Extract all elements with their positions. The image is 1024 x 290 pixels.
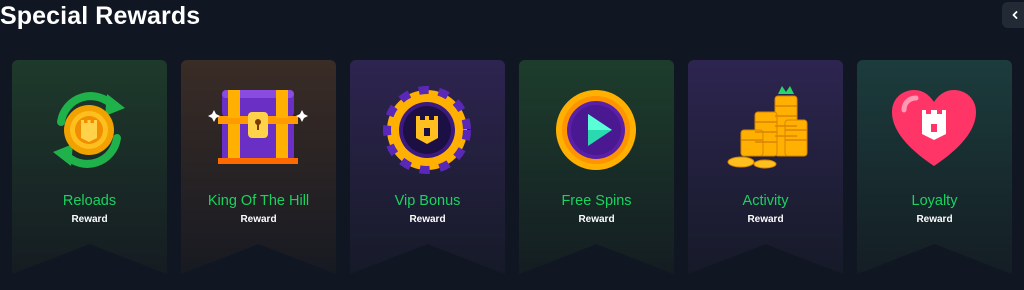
reward-card-vip-bonus[interactable]: Vip Bonus Reward [350,60,505,274]
card-subtitle: Reward [578,214,615,225]
card-subtitle: Reward [409,214,446,225]
card-title: Loyalty [911,193,958,209]
treasure-chest-icon [208,90,308,164]
card-title: Reloads [62,193,117,209]
reward-card-king-of-the-hill[interactable]: King Of The Hill Reward [181,60,336,274]
play-coin-icon [556,90,636,170]
card-subtitle: Reward [916,214,953,225]
coin-stacks-icon [727,86,808,169]
reward-card-activity[interactable]: Activity Reward [688,60,843,274]
page-title: Special Rewards [0,2,201,30]
card-subtitle: Reward [747,214,784,225]
card-subtitle: Reward [71,214,108,225]
carousel-prev-button[interactable] [1002,2,1024,28]
heart-icon [892,90,976,166]
chevron-left-icon [1012,11,1018,19]
card-title: Free Spins [561,193,632,209]
card-title: Vip Bonus [394,193,461,209]
card-title: Activity [742,193,789,209]
reward-card-free-spins[interactable]: Free Spins Reward [519,60,674,274]
card-subtitle: Reward [240,214,277,225]
card-title: King Of The Hill [207,193,310,209]
rewards-carousel: Reloads Reward King Of The Hill Reward V… [0,60,1024,290]
reload-coin-icon [53,92,125,168]
reward-card-loyalty[interactable]: Loyalty Reward [857,60,1012,274]
reward-card-reloads[interactable]: Reloads Reward [12,60,167,274]
vip-chip-icon [383,86,471,174]
